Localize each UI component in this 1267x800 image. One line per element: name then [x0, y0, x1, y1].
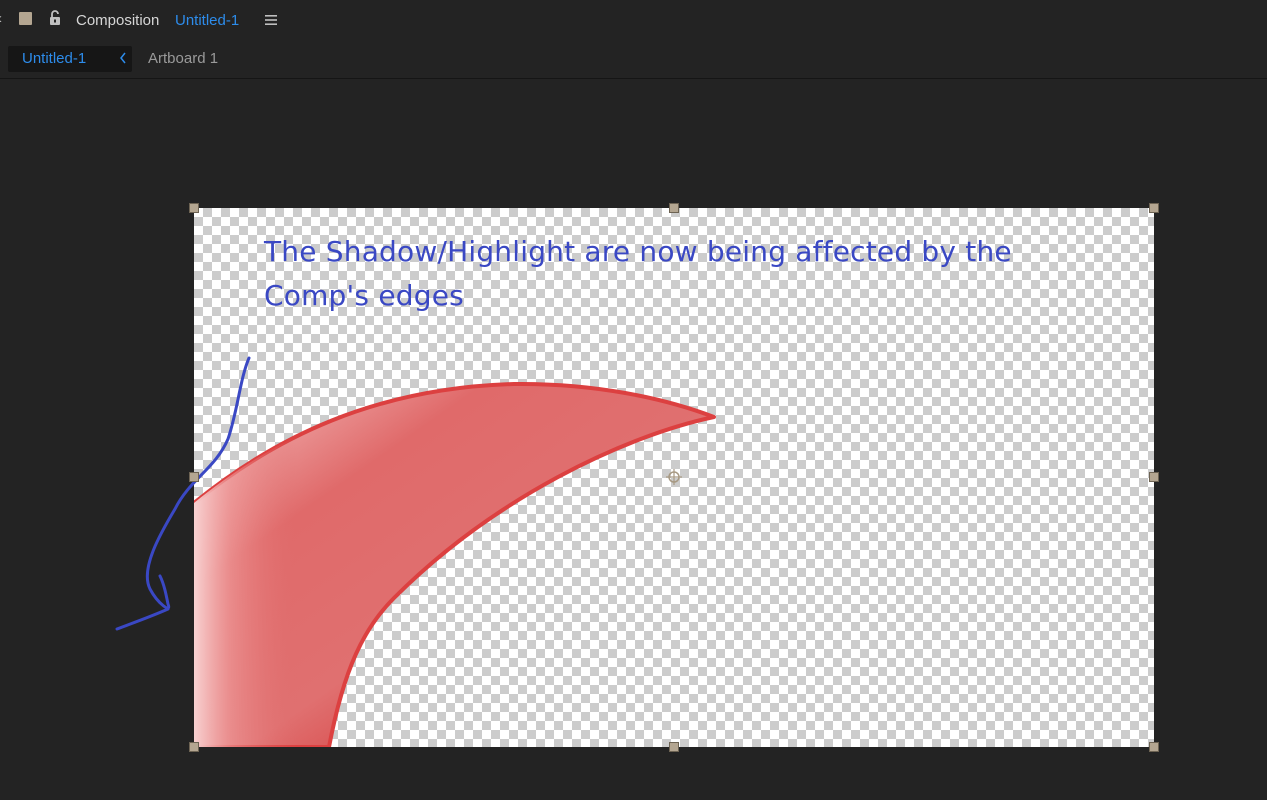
tab-untitled-1[interactable]: Untitled-1	[8, 46, 132, 72]
chevron-left-icon[interactable]	[118, 51, 128, 65]
panel-title: Composition	[76, 12, 160, 29]
collapse-chevron-icon[interactable]: ‹	[0, 9, 2, 29]
transform-handle-middle-right[interactable]	[1149, 472, 1159, 482]
composition-tab-bar: Untitled-1 Artboard 1	[0, 42, 1267, 79]
label-color-swatch-icon[interactable]	[19, 12, 32, 25]
transform-handle-middle-left[interactable]	[189, 472, 199, 482]
hamburger-menu-icon[interactable]	[264, 13, 278, 27]
transform-handle-top-center[interactable]	[669, 203, 679, 213]
transform-handle-top-left[interactable]	[189, 203, 199, 213]
transform-handle-bottom-left[interactable]	[189, 742, 199, 752]
annotation-text: The Shadow/Highlight are now being affec…	[264, 235, 1012, 312]
breadcrumb-artboard-1[interactable]: Artboard 1	[148, 50, 218, 68]
transform-handle-top-right[interactable]	[1149, 203, 1159, 213]
anchor-point-icon[interactable]	[665, 468, 683, 486]
composition-panel-header: ‹ Composition Untitled-1	[0, 0, 1267, 42]
composition-name-dropdown[interactable]: Untitled-1	[175, 11, 239, 31]
transform-handle-bottom-center[interactable]	[669, 742, 679, 752]
unlock-icon[interactable]	[46, 9, 64, 27]
transform-handle-bottom-right[interactable]	[1149, 742, 1159, 752]
composition-viewer[interactable]: The Shadow/Highlight are now being affec…	[0, 79, 1267, 800]
tab-label: Untitled-1	[22, 50, 87, 67]
